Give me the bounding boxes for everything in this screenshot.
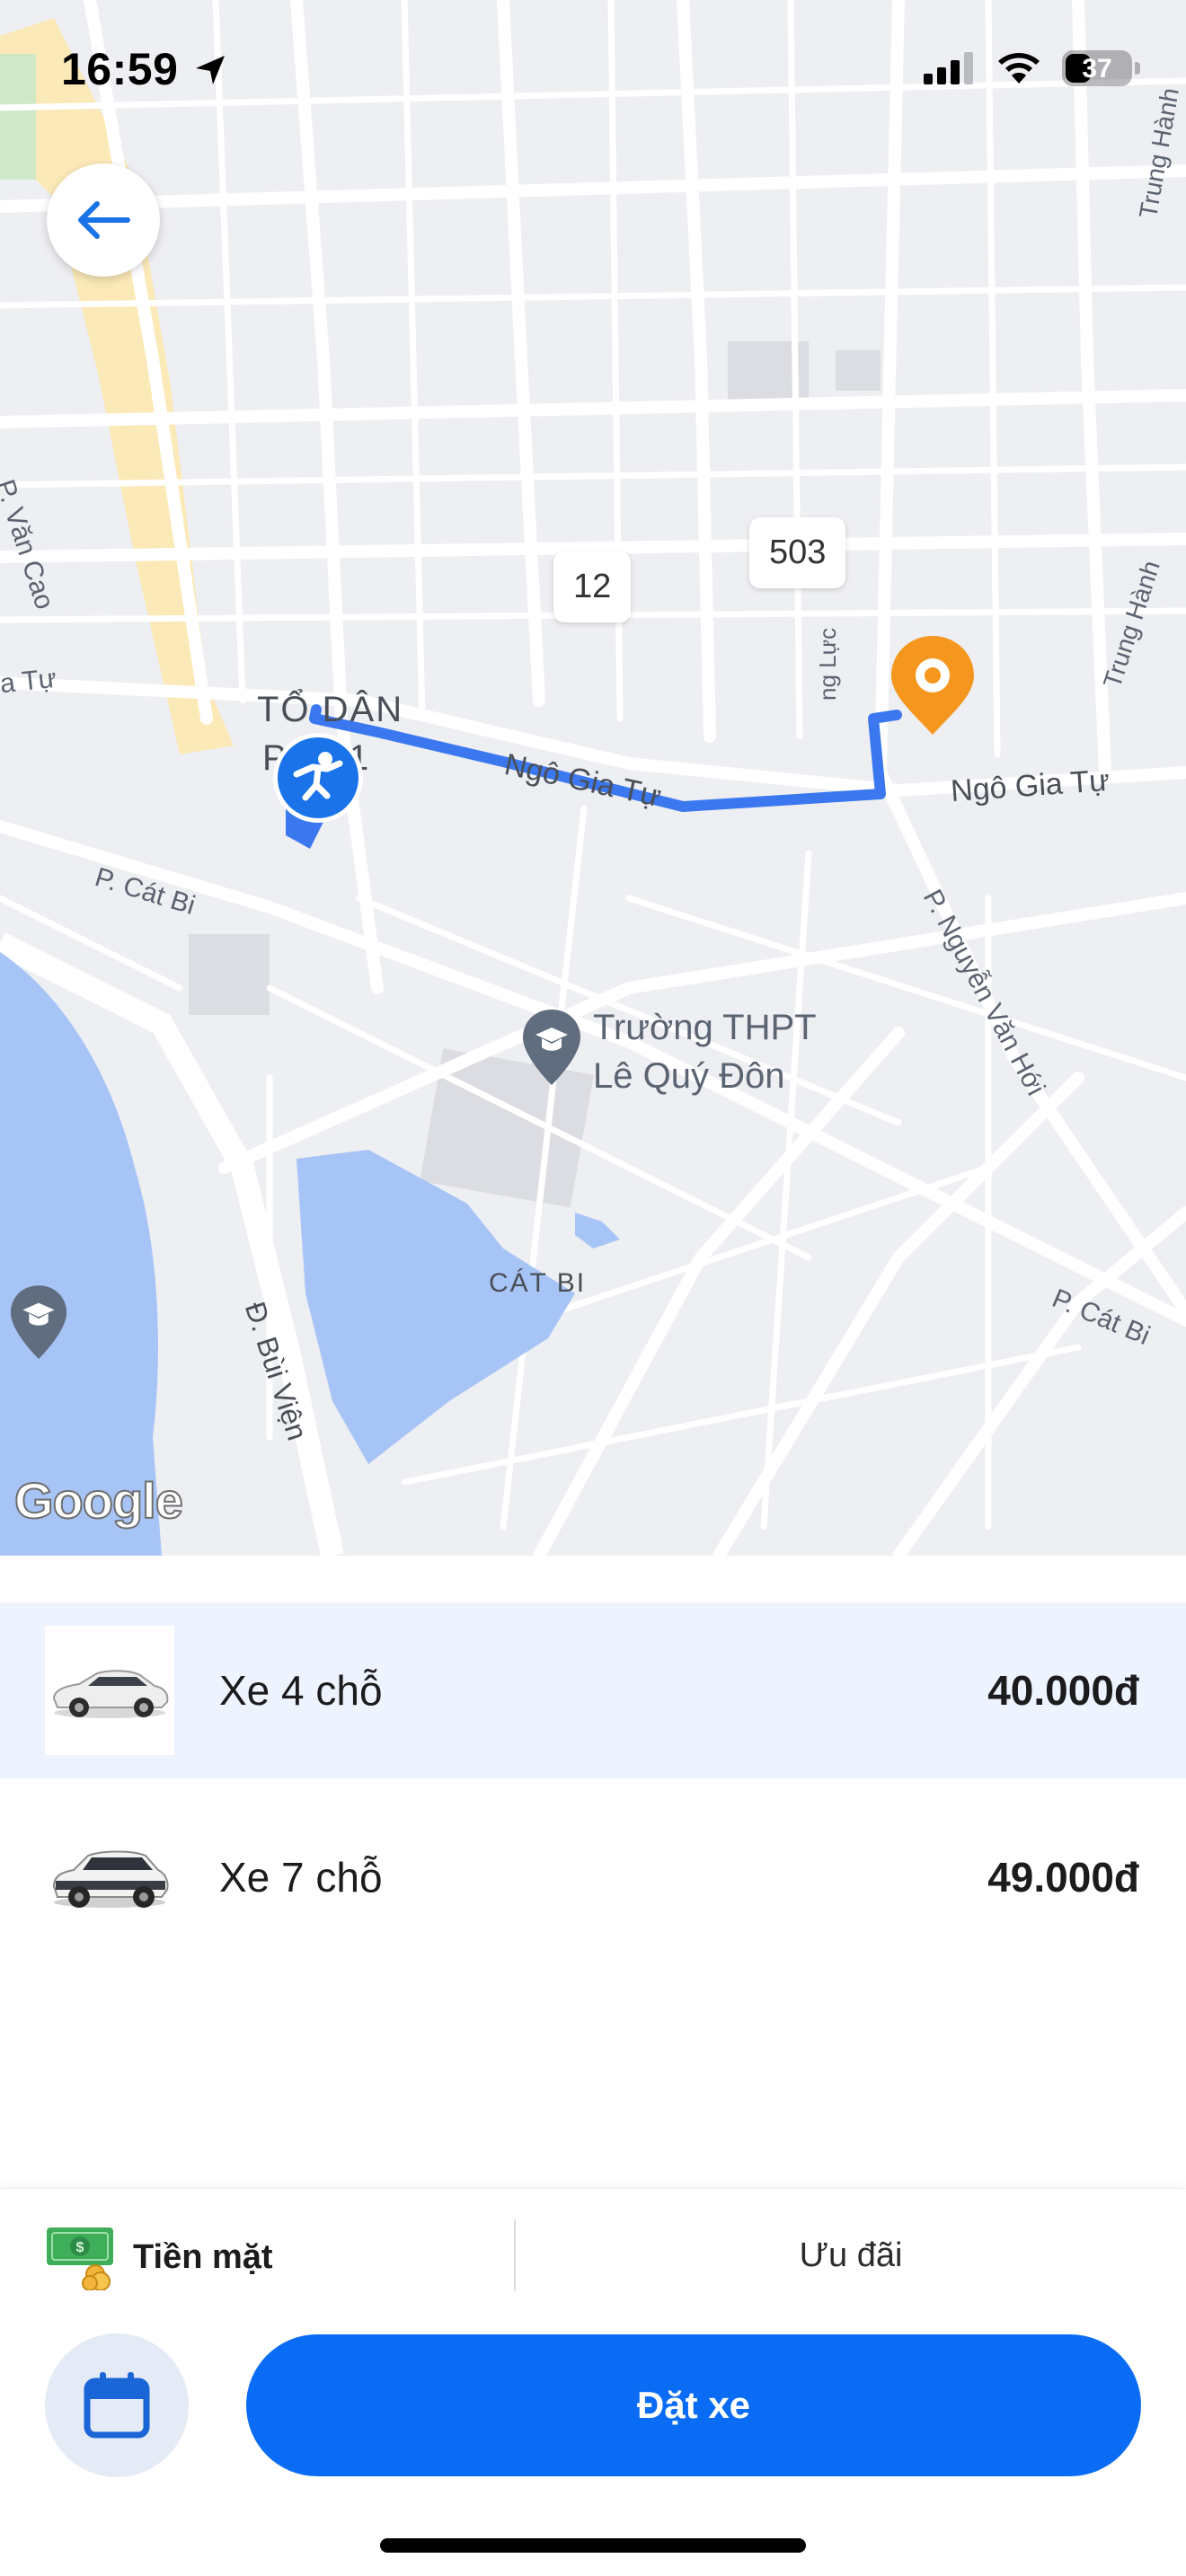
arrow-left-icon [78, 201, 130, 239]
cellular-signal-icon [924, 52, 973, 84]
promo-button[interactable]: Ưu đãi [516, 2219, 1186, 2291]
sedan-car-image [45, 1626, 174, 1755]
school-pin-icon [523, 1010, 580, 1085]
school-label-line1: Trường THPT [593, 1008, 817, 1047]
status-icons: 37 [924, 50, 1140, 86]
status-time: 16:59 [61, 44, 179, 94]
area-label-to-dan: TỔ DÂN [257, 690, 404, 729]
schedule-button[interactable] [45, 2333, 189, 2477]
vehicle-name: Xe 7 chỗ [219, 1854, 383, 1901]
school-poi[interactable] [519, 1008, 584, 1093]
back-button[interactable] [47, 163, 160, 277]
svg-text:$: $ [76, 2240, 84, 2255]
payment-row: $ Tiền mặt Ưu đãi [0, 2189, 1186, 2324]
home-indicator [380, 2538, 806, 2553]
street-label-ung-luc: ng Lực [814, 627, 841, 701]
status-bar: 16:59 37 [0, 0, 1186, 144]
suv-car-icon [52, 1850, 169, 1908]
road-badge-503: 503 [749, 517, 846, 588]
street-label-gia-tu-left: a Tự [0, 663, 58, 700]
route-map[interactable]: P. Văn Cao a Tự Ngô Gia Tự Ngô Gia Tự P.… [0, 0, 1186, 1556]
suv-car-image [45, 1813, 174, 1942]
booking-panel: $ Tiền mặt Ưu đãi Đặt xe [0, 2188, 1186, 2576]
payment-method-label: Tiền mặt [133, 2237, 273, 2276]
area-label-cat-bi: CÁT BI [489, 1268, 587, 1298]
location-arrow-icon [196, 56, 225, 84]
destination-marker[interactable] [888, 632, 978, 741]
vehicle-options-list: Xe 4 chỗ 40.000đ Xe 7 chỗ 49.000đ [0, 1602, 1186, 1965]
road-badge-12: 12 [553, 551, 632, 622]
vehicle-name: Xe 4 chỗ [219, 1667, 383, 1714]
book-ride-button[interactable]: Đặt xe [246, 2334, 1141, 2476]
cash-money-icon: $ [47, 2228, 113, 2290]
vehicle-price: 40.000đ [987, 1667, 1139, 1714]
school-pin-icon [10, 1285, 67, 1359]
battery-level: 37 [1082, 54, 1112, 84]
sedan-car-icon [52, 1670, 169, 1718]
pickup-person-icon [273, 733, 363, 823]
school-label-line2: Lê Quý Đôn [593, 1056, 785, 1096]
school-poi-left[interactable] [7, 1283, 70, 1368]
google-attribution: Google [13, 1471, 184, 1530]
payment-method-selector[interactable]: $ Tiền mặt [45, 2221, 273, 2293]
calendar-icon [84, 2372, 150, 2439]
wifi-icon [998, 53, 1040, 84]
pickup-marker[interactable] [271, 731, 365, 829]
destination-pin-icon [891, 636, 974, 735]
vehicle-option-7-seat[interactable]: Xe 7 chỗ 49.000đ [0, 1789, 1186, 1965]
vehicle-price: 49.000đ [987, 1854, 1139, 1901]
vehicle-option-4-seat[interactable]: Xe 4 chỗ 40.000đ [0, 1602, 1186, 1778]
battery-icon: 37 [1062, 50, 1140, 86]
